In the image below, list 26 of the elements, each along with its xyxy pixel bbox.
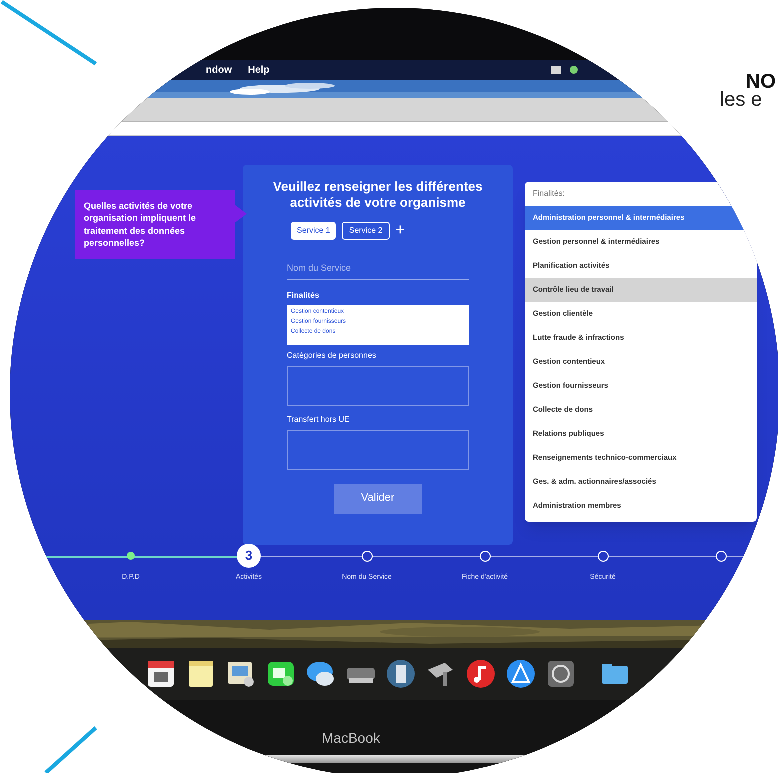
validate-button[interactable]: Valider (334, 484, 422, 514)
settings-icon[interactable] (545, 658, 577, 690)
service-tab[interactable]: Service 1 (291, 222, 336, 240)
field-label: Finalités (287, 290, 320, 302)
tooltip: Quelles activités de votre organisation impliquent le traitement des données personnelles? (75, 190, 247, 260)
music-icon[interactable] (465, 658, 497, 690)
menu-item[interactable]: ndow (206, 62, 232, 78)
transfer-field[interactable] (287, 430, 469, 470)
accent-line (44, 726, 98, 773)
field-label: Catégories de personnes (287, 350, 376, 362)
app-store-icon[interactable] (505, 658, 537, 690)
status-icon[interactable] (550, 65, 562, 75)
calendar-icon[interactable] (145, 658, 177, 690)
service-tab[interactable]: Service 2 (342, 222, 390, 240)
step-marker[interactable]: 3 (237, 544, 261, 568)
status-icon[interactable] (568, 65, 580, 75)
dropdown-header: Finalités: (532, 188, 566, 200)
form-title: Veuillez renseigner les différentes activités de votre organisme (272, 179, 484, 212)
field-label: Transfert hors UE (287, 414, 350, 426)
people-field[interactable] (287, 366, 469, 406)
heading: NO (746, 72, 776, 92)
service-name-field[interactable]: Nom du Service (287, 258, 469, 280)
menu-item[interactable]: Help (248, 62, 270, 78)
body-text: les e (720, 90, 762, 110)
laptop-label: MacBook (322, 729, 380, 748)
add-button[interactable]: + (396, 222, 406, 238)
